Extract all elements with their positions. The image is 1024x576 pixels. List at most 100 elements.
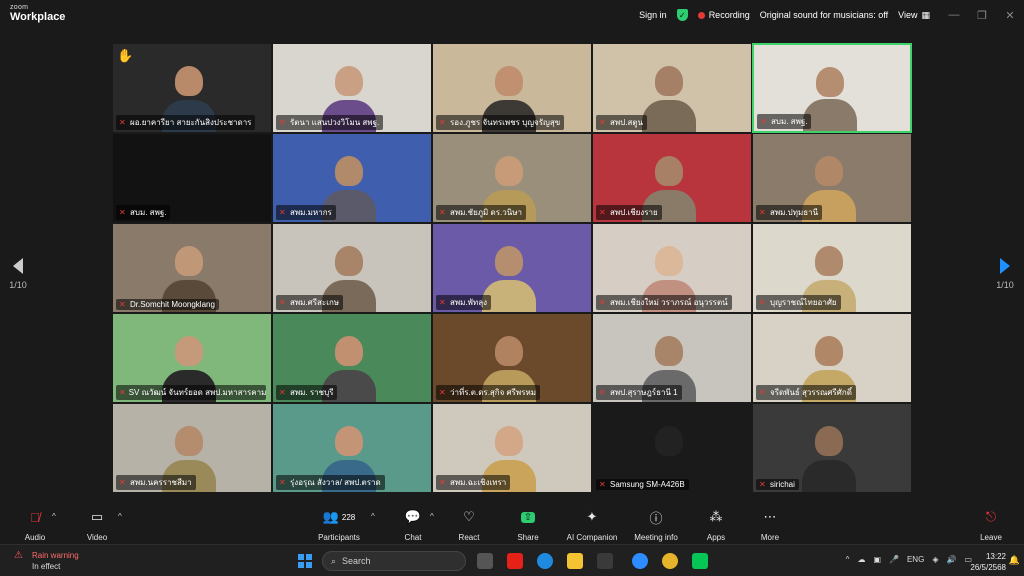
ai-companion-button[interactable]: ✦ AI Companion — [562, 507, 622, 542]
participant-silhouette-head — [816, 67, 844, 97]
language-indicator[interactable]: ENG — [907, 555, 924, 564]
participant-tile[interactable]: ✕SV ณวัฒน์ จันทร์ยอด สพป.มหาสารคาม เขต — [112, 313, 272, 403]
participant-nameplate: ✕ สบม. สพฐ. — [116, 205, 171, 220]
previous-page-button[interactable]: 1/10 — [6, 258, 30, 290]
participant-tile[interactable]: ✕ สบม. สพฐ. — [112, 133, 272, 223]
video-options-chevron-icon[interactable]: ^ — [118, 512, 122, 521]
weather-widget[interactable]: ⚠ Rain warning In effect — [14, 550, 104, 572]
notification-bell-icon[interactable]: 🔔 — [1009, 555, 1020, 566]
participant-tile[interactable]: ✕ สพป.สตูน — [592, 43, 752, 133]
participant-tile[interactable]: ✕ สพป.สุราษฎร์ธานี 1 — [592, 313, 752, 403]
close-icon[interactable]: ✕ — [996, 9, 1024, 22]
participant-tile[interactable]: ✕ Dr.Somchit Moongklang — [112, 223, 272, 313]
participant-tile[interactable]: ✕ สพม.มหากร — [272, 133, 432, 223]
participant-tile[interactable]: ✕ รัตนา แสนปวงวิโมน สพฐ. — [272, 43, 432, 133]
participant-silhouette-head — [335, 336, 363, 366]
windows-start-icon[interactable] — [298, 554, 312, 568]
mic-muted-icon: ✕ — [279, 207, 286, 217]
participant-nameplate: ✕ รัตนา แสนปวงวิโมน สพฐ. — [276, 115, 384, 130]
participant-silhouette-head — [655, 66, 683, 96]
participant-nameplate: ✕ สพม.พัทลุง — [436, 295, 492, 310]
participants-label: Participants — [318, 533, 360, 542]
participant-tile[interactable]: ✋ ✕ ผอ.ยาคารียา สายะกันสิงประชาดาร — [112, 43, 272, 133]
participant-tile[interactable]: ✕ รอง.ภูชร จันทรเพชร บุญจรัญสุข — [432, 43, 592, 133]
volume-icon[interactable]: 🔊 — [946, 555, 956, 564]
participant-silhouette-body — [162, 190, 216, 222]
participant-name: SV ณวัฒน์ จันทร์ยอด สพป.มหาสารคาม เขต — [128, 388, 266, 397]
tray-chevron-up-icon[interactable]: ^ — [846, 555, 850, 564]
participant-silhouette-head — [495, 246, 523, 276]
original-sound-toggle[interactable]: Original sound for musicians: off — [760, 10, 888, 20]
participant-tile[interactable]: ✕ สพม.ปทุมธานี — [752, 133, 912, 223]
chat-button[interactable]: 💬 Chat — [383, 507, 443, 542]
youtube-icon[interactable] — [507, 553, 523, 569]
wifi-icon[interactable]: ◈ — [932, 555, 938, 564]
microphone-icon[interactable]: 🎤 — [889, 555, 899, 564]
participant-tile[interactable]: ✕ รุ่งอรุณ สังวาล/ สพป.ตราด — [272, 403, 432, 493]
meeting-toolbar: 🎙̸ Audio ^ ▭ Video ^ 👥 228 Participants … — [0, 505, 1024, 544]
weather-title: Rain warning — [32, 551, 79, 560]
participant-nameplate: ✕ Samsung SM-A426B — [596, 479, 689, 490]
edge-icon[interactable] — [537, 553, 553, 569]
minimize-icon[interactable]: — — [940, 9, 968, 21]
sparkle-icon: ✦ — [586, 509, 598, 524]
participants-options-chevron-icon[interactable]: ^ — [371, 512, 375, 521]
participants-button[interactable]: 👥 228 Participants — [309, 507, 369, 542]
file-explorer-icon[interactable] — [567, 553, 583, 569]
clock[interactable]: 13:22 26/5/2568 — [970, 551, 1006, 573]
participant-tile[interactable]: ✕ ว่าที่ร.ต.ดร.สุกิจ ศรีพรหม — [432, 313, 592, 403]
sign-in-button[interactable]: Sign in — [639, 10, 667, 20]
taskbar-search[interactable]: ⌕ Search — [322, 551, 466, 571]
participant-tile[interactable]: ✕ สพม. ราชบุรี — [272, 313, 432, 403]
tray-app-icon[interactable]: ▣ — [873, 555, 881, 564]
raised-hand-icon: ✋ — [117, 48, 134, 63]
participant-name: รัตนา แสนปวงวิโมน สพฐ. — [290, 118, 380, 127]
participant-nameplate: ✕ สพม.ปทุมธานี — [756, 205, 823, 220]
encryption-shield-icon[interactable]: ✓ — [676, 9, 688, 21]
mic-muted-icon: ✕ — [279, 387, 286, 397]
leave-door-icon: ⎋ — [985, 509, 997, 524]
participant-tile[interactable]: ✕ สพม.ฉะเชิงเทรา — [432, 403, 592, 493]
participant-name: สพม.ฉะเชิงเทรา — [450, 478, 507, 487]
participant-nameplate: ✕ ว่าที่ร.ต.ดร.สุกิจ ศรีพรหม — [436, 385, 541, 400]
react-button[interactable]: ♡ React — [439, 507, 499, 542]
restore-icon[interactable]: ❐ — [968, 9, 996, 22]
audio-button[interactable]: 🎙̸ Audio — [5, 507, 65, 543]
share-button[interactable]: ⇧ Share — [498, 507, 558, 542]
line-icon[interactable] — [692, 553, 708, 569]
participant-tile[interactable]: ✕ สพม.พัทลุง — [432, 223, 592, 313]
participant-tile[interactable]: ✕ สพม.นครราชสีมา — [112, 403, 272, 493]
more-dots-icon: ⋯ — [763, 509, 777, 524]
participant-name: สพม.นครราชสีมา — [130, 478, 192, 487]
chat-options-chevron-icon[interactable]: ^ — [430, 512, 434, 521]
participant-tile[interactable]: ✕ สพม.เชียงใหม่ วราภรณ์ อนุวรรตน์ — [592, 223, 752, 313]
next-page-button[interactable]: 1/10 — [993, 258, 1017, 290]
participant-tile[interactable]: ✕ สพม.ศรีสะเกษ — [272, 223, 432, 313]
task-view-icon[interactable] — [477, 553, 493, 569]
store-icon[interactable] — [597, 553, 613, 569]
record-icon — [697, 11, 705, 19]
cloud-icon[interactable]: ☁ — [857, 555, 865, 564]
participant-name: สพป.สุราษฎร์ธานี 1 — [610, 388, 678, 397]
participant-tile[interactable]: ✕ บุญราชณ์ไทยอาศัย — [752, 223, 912, 313]
participant-tile[interactable]: ✕ Samsung SM-A426B — [592, 403, 752, 493]
more-button[interactable]: ⋯ More — [740, 507, 800, 542]
participant-tile[interactable]: ✕ สบม. สพฐ. — [752, 43, 912, 133]
ai-companion-label: AI Companion — [566, 533, 618, 542]
clock-date: 26/5/2568 — [970, 563, 1006, 572]
leave-button[interactable]: ⎋ Leave — [961, 507, 1021, 542]
audio-options-chevron-icon[interactable]: ^ — [52, 512, 56, 521]
participant-nameplate: ✕ จรีดพันธ์ สุวรรณศรีศักดิ์ — [756, 385, 856, 400]
participant-tile[interactable]: ✕ สพม.ชัยภูมิ ดร.วนิษา — [432, 133, 592, 223]
apps-button[interactable]: ⁂ Apps — [686, 507, 746, 542]
participant-tile[interactable]: ✕ สพป.เชียงราย — [592, 133, 752, 223]
participant-tile[interactable]: ✕ sirichai — [752, 403, 912, 493]
participant-nameplate: ✕ สพป.สุราษฎร์ธานี 1 — [596, 385, 682, 400]
participant-name: สพม.ชัยภูมิ ดร.วนิษา — [450, 208, 522, 217]
participant-tile[interactable]: ✕ จรีดพันธ์ สุวรรณศรีศักดิ์ — [752, 313, 912, 403]
view-button[interactable]: View ▦ — [898, 10, 930, 21]
chrome-icon[interactable] — [662, 553, 678, 569]
meeting-info-button[interactable]: ⓘ Meeting info — [626, 507, 686, 543]
recording-indicator[interactable]: Recording — [697, 10, 750, 20]
zoom-app-icon[interactable] — [632, 553, 648, 569]
